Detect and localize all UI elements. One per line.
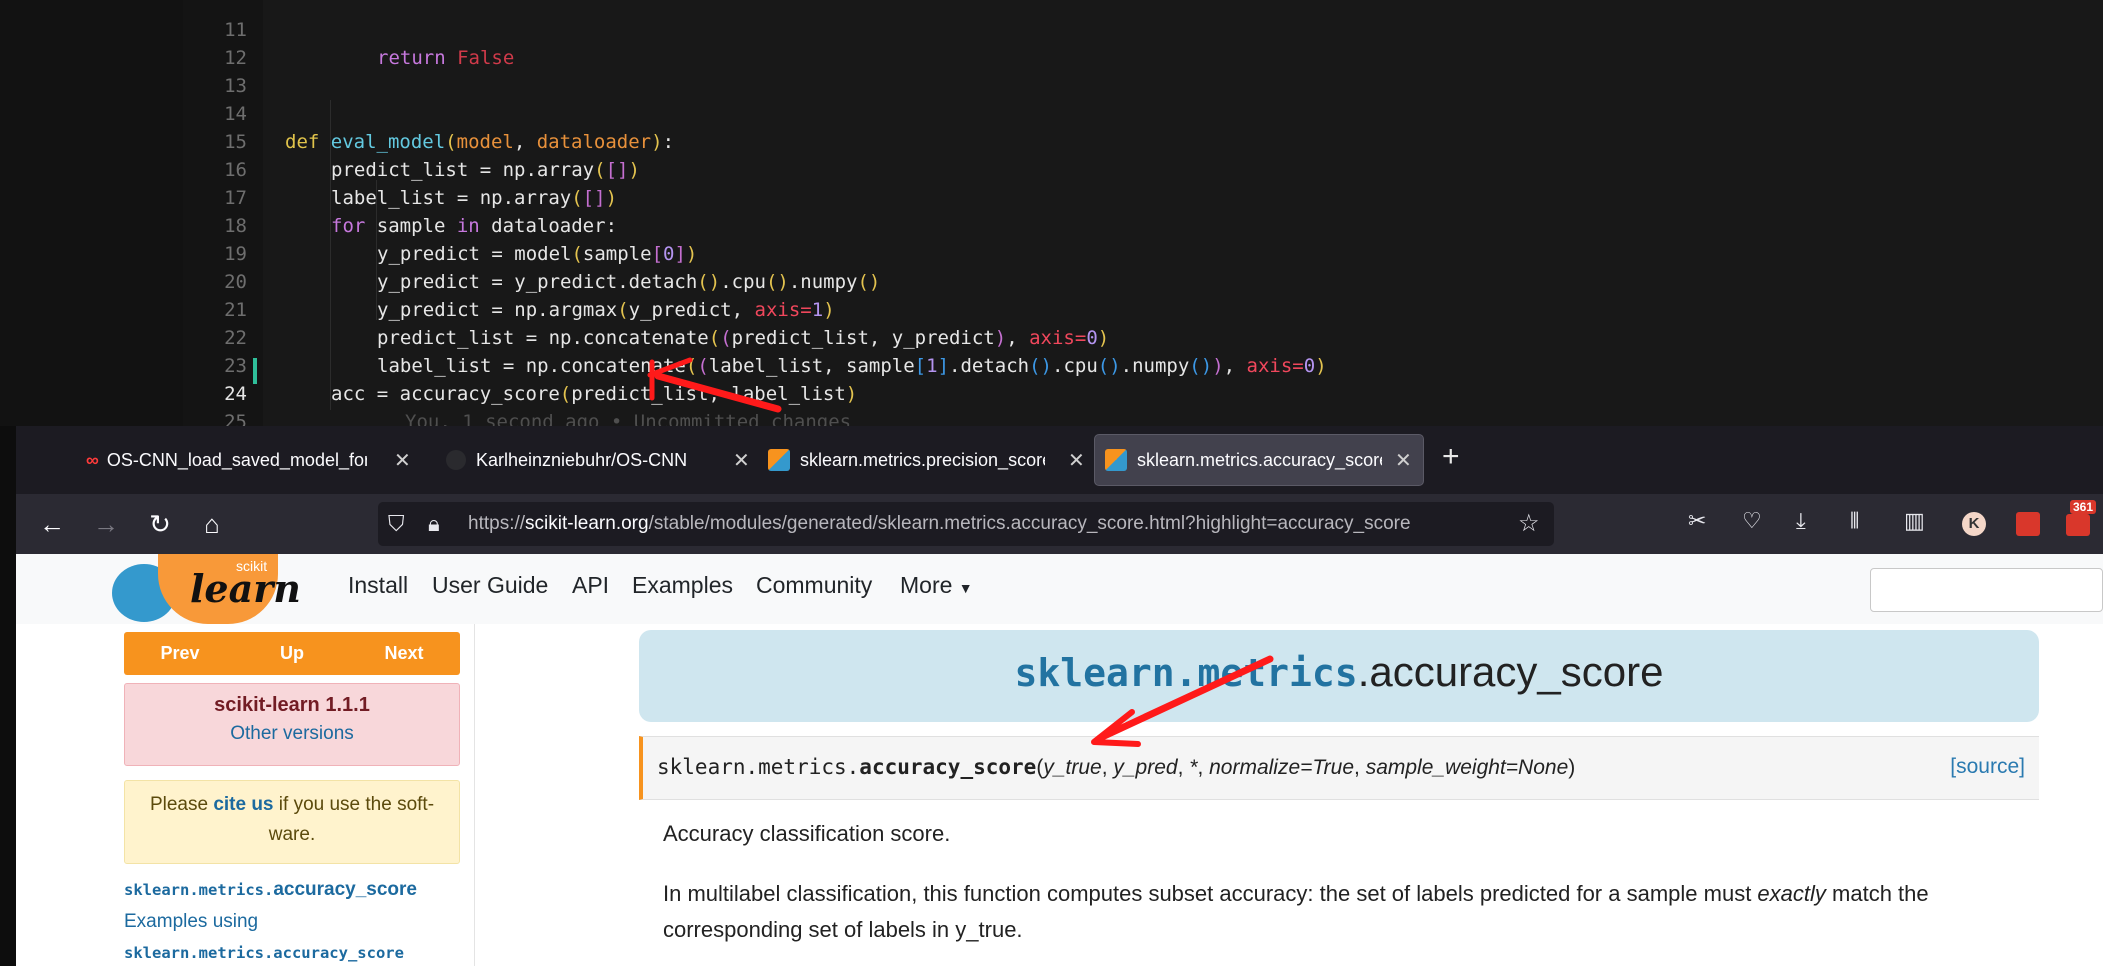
url-text[interactable]: https://scikit-learn.org/stable/modules/… (468, 502, 1468, 546)
download-icon[interactable]: ⤓ (1796, 508, 1806, 534)
prev-up-next-bar: Prev Up Next (124, 632, 460, 675)
nav-install[interactable]: Install (348, 572, 408, 599)
code-line: 22 label_list = np.concatenate((label_li… (0, 296, 2103, 377)
bookmark-star-icon[interactable]: ☆ (1518, 509, 1540, 538)
nav-community[interactable]: Community (756, 572, 872, 599)
back-arrow-icon[interactable]: ← (32, 504, 72, 544)
pocket-icon[interactable]: ♡ (1742, 508, 1762, 534)
tab-title: OS-CNN_load_saved_model_for (106, 449, 367, 470)
screenshot-icon[interactable]: ✂ (1688, 508, 1706, 534)
sidebar-divider (474, 624, 475, 966)
new-tab-button[interactable]: + (1442, 440, 1460, 474)
signature-text: sklearn.metrics.accuracy_score(y_true, y… (657, 755, 1576, 779)
lock-icon[interactable]: 🔒︎ (428, 511, 440, 537)
code-line: 11 return False (0, 0, 2103, 69)
library-icon[interactable]: ⫴ (1850, 508, 1859, 534)
navigation-toolbar: ← → ↻ ⌂ ⛉ 🔒︎ https://scikit-learn.org/st… (16, 494, 2103, 554)
code-line: 17 for sample in dataloader: (0, 156, 2103, 237)
browser-window: ∞ OS-CNN_load_saved_model_for ✕ Karlhein… (16, 426, 2103, 966)
tab-title: sklearn.metrics.precision_score (800, 449, 1045, 470)
close-icon[interactable]: ✕ (1395, 448, 1412, 473)
code-editor[interactable]: 11 return False 12 13 14 def eval_model(… (0, 0, 2103, 461)
code-line-current: 24 You, 1 second ago • Uncommitted chang… (0, 352, 2103, 433)
code-line: 20 y_predict = np.argmax(y_predict, axis… (0, 240, 2103, 321)
description-paragraph: Accuracy classification score. (663, 821, 951, 846)
tab-oscnn[interactable]: ∞ OS-CNN_load_saved_model_for ✕ (86, 434, 416, 486)
toc-link-examples[interactable]: Examples using (124, 905, 460, 939)
shield-icon[interactable]: ⛉ (388, 511, 405, 537)
home-icon[interactable]: ⌂ (192, 504, 232, 544)
nav-more[interactable]: More ▼ (900, 572, 973, 599)
prev-button[interactable]: Prev (124, 632, 236, 675)
code-line: 23 acc = accuracy_score(predict_list, la… (0, 324, 2103, 405)
close-icon[interactable]: ✕ (1068, 448, 1085, 473)
code-line: 18 y_predict = model(sample[0]) (0, 184, 2103, 265)
code-line: 21 predict_list = np.concatenate((predic… (0, 268, 2103, 349)
page-title-box: sklearn.metrics.accuracy_score (639, 630, 2039, 722)
nav-user-guide[interactable]: User Guide (432, 572, 548, 599)
reload-icon[interactable]: ↻ (140, 504, 180, 544)
code-line: 15 predict_list = np.array([]) (0, 100, 2103, 181)
search-input[interactable] (1870, 568, 2103, 612)
sklearn-icon (1105, 449, 1127, 471)
site-navbar: scikit learn Install User Guide API Exam… (16, 554, 2103, 624)
extension-icon[interactable] (2016, 512, 2040, 536)
close-icon[interactable]: ✕ (733, 448, 750, 473)
close-icon[interactable]: ✕ (394, 448, 411, 473)
tab-title: sklearn.metrics.accuracy_score (1137, 449, 1382, 470)
github-icon (446, 450, 466, 470)
source-link[interactable]: [source] (1950, 755, 2025, 779)
cite-box: Please cite us if you use the soft-ware. (124, 780, 460, 864)
url-bar[interactable]: ⛉ 🔒︎ https://scikit-learn.org/stable/mod… (378, 502, 1554, 546)
code-line: 12 (0, 16, 2103, 69)
caret-down-icon: ▼ (958, 580, 973, 596)
other-versions-link[interactable]: Other versions (125, 723, 459, 745)
up-button[interactable]: Up (236, 632, 348, 675)
sidebar-icon[interactable]: ▥ (1904, 508, 1925, 534)
sklearn-icon (768, 449, 790, 471)
sidebar-toc: sklearn.metrics.accuracy_score Examples … (124, 876, 460, 966)
tab-title: Karlheinzniebuhr/OS-CNN (476, 449, 688, 470)
extension-badge-icon[interactable] (2066, 514, 2090, 536)
tab-precision-score[interactable]: sklearn.metrics.precision_score ✕ (768, 434, 1093, 486)
cite-us-link[interactable]: cite us (213, 794, 273, 815)
badge-count: 361 (2070, 500, 2097, 514)
function-signature: sklearn.metrics.accuracy_score(y_true, y… (639, 736, 2039, 800)
next-button[interactable]: Next (348, 632, 460, 675)
web-page: scikit learn Install User Guide API Exam… (16, 554, 2103, 966)
code-line: 19 y_predict = y_predict.detach().cpu().… (0, 212, 2103, 293)
tab-accuracy-score[interactable]: sklearn.metrics.accuracy_score ✕ (1094, 434, 1424, 486)
oscnn-icon: ∞ (86, 449, 99, 470)
avatar[interactable]: K (1962, 512, 1986, 536)
toc-link-accuracy-score[interactable]: sklearn.metrics.accuracy_score (124, 876, 460, 905)
toc-link-examples-fn[interactable]: sklearn.metrics.accuracy_score (124, 939, 460, 966)
code-line: 16 label_list = np.array([]) (0, 128, 2103, 209)
version-box: scikit-learn 1.1.1 Other versions (124, 683, 460, 766)
nav-examples[interactable]: Examples (632, 572, 733, 599)
nav-api[interactable]: API (572, 572, 609, 599)
tab-github[interactable]: Karlheinzniebuhr/OS-CNN ✕ (446, 434, 756, 486)
sklearn-logo[interactable]: scikit learn (112, 554, 332, 624)
version-label: scikit-learn 1.1.1 (214, 694, 370, 716)
forward-arrow-icon[interactable]: → (86, 504, 126, 544)
multilabel-paragraph: In multilabel classification, this funct… (663, 881, 1929, 942)
code-line: 13 (0, 44, 2103, 97)
tab-bar: ∞ OS-CNN_load_saved_model_for ✕ Karlhein… (16, 426, 2103, 494)
logo-text: learn (190, 566, 301, 611)
code-line: 14 def eval_model(model, dataloader): (0, 72, 2103, 153)
code-line: 25 return acc (0, 380, 2103, 461)
page-title: sklearn.metrics.accuracy_score (1014, 648, 1664, 695)
